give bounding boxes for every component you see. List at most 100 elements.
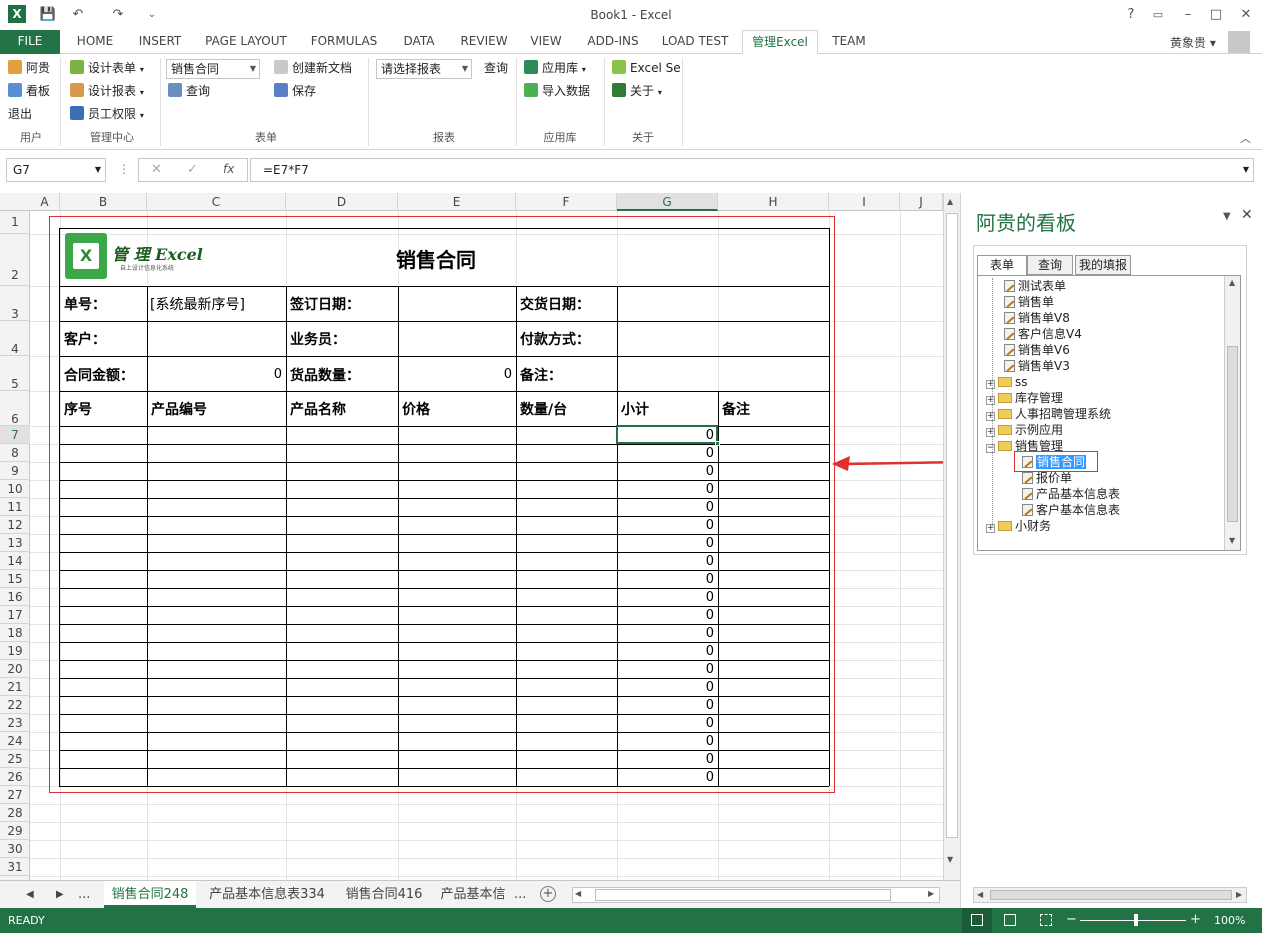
name-box[interactable]: G7 ▼ [6, 158, 106, 182]
design-form-button[interactable]: 设计表单 ▾ [70, 58, 144, 78]
sheet-tab-product-info-334[interactable]: 产品基本信息表334 [204, 881, 330, 908]
tree-node[interactable]: 报价单 [1022, 470, 1072, 486]
contract-amount-value[interactable]: 0 [150, 367, 282, 382]
expand-toggle-icon[interactable]: + [986, 524, 995, 533]
report-select[interactable]: 请选择报表 ▼ [376, 59, 472, 79]
normal-view-icon[interactable] [962, 908, 992, 933]
subtotal-cell[interactable]: 0 [617, 752, 714, 768]
order-no-value[interactable]: [系统最新序号] [150, 294, 245, 314]
tree-node[interactable]: 销售单V8 [1004, 310, 1070, 326]
tree-node[interactable]: 销售单V3 [1004, 358, 1070, 374]
scroll-thumb[interactable] [946, 213, 958, 838]
tree-node[interactable]: 客户基本信息表 [1022, 502, 1120, 518]
tree-node[interactable]: + 示例应用 [986, 422, 1063, 438]
tab-file[interactable]: FILE [0, 30, 60, 54]
user-name[interactable]: 黄象贵 ▾ [1170, 34, 1216, 51]
subtotal-cell[interactable]: 0 [617, 446, 714, 462]
goods-qty-value[interactable]: 0 [400, 367, 512, 382]
expand-toggle-icon[interactable]: + [986, 380, 995, 389]
excel-se-button[interactable]: Excel Se [612, 58, 681, 78]
next-sheet-icon[interactable]: ▶ [56, 881, 64, 908]
sheet-tab-sales-contract-248[interactable]: 销售合同248 [104, 881, 196, 908]
tab-data[interactable]: DATA [395, 30, 443, 54]
subtotal-cell[interactable]: 0 [617, 734, 714, 750]
tab-page-layout[interactable]: PAGE LAYOUT [200, 30, 292, 54]
cancel-icon[interactable]: ✕ [151, 162, 162, 177]
scroll-down-icon[interactable]: ▼ [947, 855, 953, 864]
subtotal-cell[interactable]: 0 [617, 464, 714, 480]
expand-toggle-icon[interactable]: + [986, 428, 995, 437]
zoom-slider-thumb[interactable] [1134, 914, 1138, 926]
horizontal-scrollbar[interactable]: ◀ ▶ [572, 887, 940, 903]
subtotal-cell[interactable]: 0 [617, 626, 714, 642]
page-layout-view-icon[interactable] [1004, 914, 1016, 926]
tab-add-ins[interactable]: ADD-INS [580, 30, 646, 54]
minimize-icon[interactable]: – [1178, 5, 1198, 25]
sheet-tab-more-right[interactable]: ... [514, 881, 530, 908]
h-scroll-thumb[interactable] [595, 889, 891, 901]
subtotal-cell[interactable]: 0 [617, 500, 714, 516]
tab-review[interactable]: REVIEW [455, 30, 513, 54]
sheet-tab-sales-contract-416[interactable]: 销售合同416 [338, 881, 430, 908]
subtotal-cell[interactable]: 0 [617, 482, 714, 498]
subtotal-cell[interactable]: 0 [617, 518, 714, 534]
fill-handle[interactable] [715, 441, 720, 446]
report-query-button[interactable]: 查询 [484, 58, 508, 78]
expand-toggle-icon[interactable]: − [986, 444, 995, 453]
scroll-up-icon[interactable]: ▲ [947, 197, 953, 206]
tab-team[interactable]: TEAM [826, 30, 872, 54]
page-break-view-icon[interactable] [1040, 914, 1052, 926]
tree-scroll-thumb[interactable] [1227, 346, 1238, 522]
tree-scroll-down-icon[interactable]: ▼ [1229, 536, 1235, 545]
pane-scroll-left-icon[interactable]: ◀ [977, 890, 983, 899]
about-button[interactable]: 关于 ▾ [612, 81, 662, 101]
collapse-ribbon-icon[interactable]: ︿ [1240, 130, 1251, 146]
tree-node[interactable]: + 人事招聘管理系统 [986, 406, 1111, 422]
worksheet-grid[interactable]: ABCDEFGHIJ 1 2 3 4 5 6 7 8 9 10 11 12 13 14 15 16 17 18 19… [0, 193, 943, 880]
form-select[interactable]: 销售合同 ▼ [166, 59, 260, 79]
scroll-right-icon[interactable]: ▶ [928, 889, 934, 898]
subtotal-cell[interactable]: 0 [617, 644, 714, 660]
tab-load-test[interactable]: LOAD TEST [656, 30, 734, 54]
tab-insert[interactable]: INSERT [130, 30, 190, 54]
subtotal-cell[interactable]: 0 [617, 572, 714, 588]
form-tree[interactable]: ▲ ▼ 测试表单 销售单 销售单V8 客户信息V4 销售单V6 销售单V3 + ss + 库存管理… [977, 275, 1241, 551]
tree-node[interactable]: + 库存管理 [986, 390, 1063, 406]
app-library-button[interactable]: 应用库 ▾ [524, 58, 586, 78]
subtotal-cell[interactable]: 0 [617, 698, 714, 714]
subtotal-cell[interactable]: 0 [617, 716, 714, 732]
pane-scroll-right-icon[interactable]: ▶ [1236, 890, 1242, 899]
design-report-button[interactable]: 设计报表 ▾ [70, 81, 144, 101]
subtotal-cell[interactable]: 0 [617, 536, 714, 552]
close-icon[interactable]: ✕ [1236, 5, 1256, 25]
user-agui-button[interactable]: 阿贵 [8, 58, 50, 78]
tree-node[interactable]: 测试表单 [1004, 278, 1066, 294]
subtotal-cell[interactable]: 0 [617, 608, 714, 624]
tree-node[interactable]: 产品基本信息表 [1022, 486, 1120, 502]
tab-home[interactable]: HOME [70, 30, 120, 54]
pane-close-icon[interactable]: ✕ [1241, 207, 1253, 223]
add-sheet-icon[interactable]: + [540, 886, 556, 902]
vertical-scrollbar[interactable]: ▲ ▼ [943, 193, 960, 880]
sheet-tab-more-left[interactable]: ... [78, 881, 98, 908]
tab-manage-excel[interactable]: 管理Excel [742, 30, 818, 54]
insert-function-icon[interactable]: fx [223, 162, 234, 176]
tree-scroll-up-icon[interactable]: ▲ [1229, 278, 1235, 287]
ribbon-display-icon[interactable]: ▭ [1148, 5, 1168, 25]
maximize-icon[interactable]: □ [1206, 5, 1226, 25]
tree-scrollbar[interactable]: ▲ ▼ [1224, 276, 1240, 550]
zoom-in-icon[interactable]: + [1190, 912, 1201, 927]
pane-tab-query[interactable]: 查询 [1027, 255, 1073, 275]
create-doc-button[interactable]: 创建新文档 [274, 58, 352, 78]
pane-options-icon[interactable]: ▼ [1223, 211, 1231, 222]
import-data-button[interactable]: 导入数据 [524, 81, 590, 101]
dashboard-button[interactable]: 看板 [8, 81, 50, 101]
pane-hscrollbar[interactable]: ◀ ▶ [973, 887, 1247, 903]
pane-tab-my-entries[interactable]: 我的填报 [1075, 255, 1131, 275]
zoom-out-icon[interactable]: − [1066, 912, 1077, 927]
tree-node[interactable]: + 小财务 [986, 518, 1051, 534]
subtotal-cell[interactable]: 0 [617, 680, 714, 696]
save-form-button[interactable]: 保存 [274, 81, 316, 101]
form-query-button[interactable]: 查询 [168, 81, 210, 101]
expand-toggle-icon[interactable]: + [986, 396, 995, 405]
